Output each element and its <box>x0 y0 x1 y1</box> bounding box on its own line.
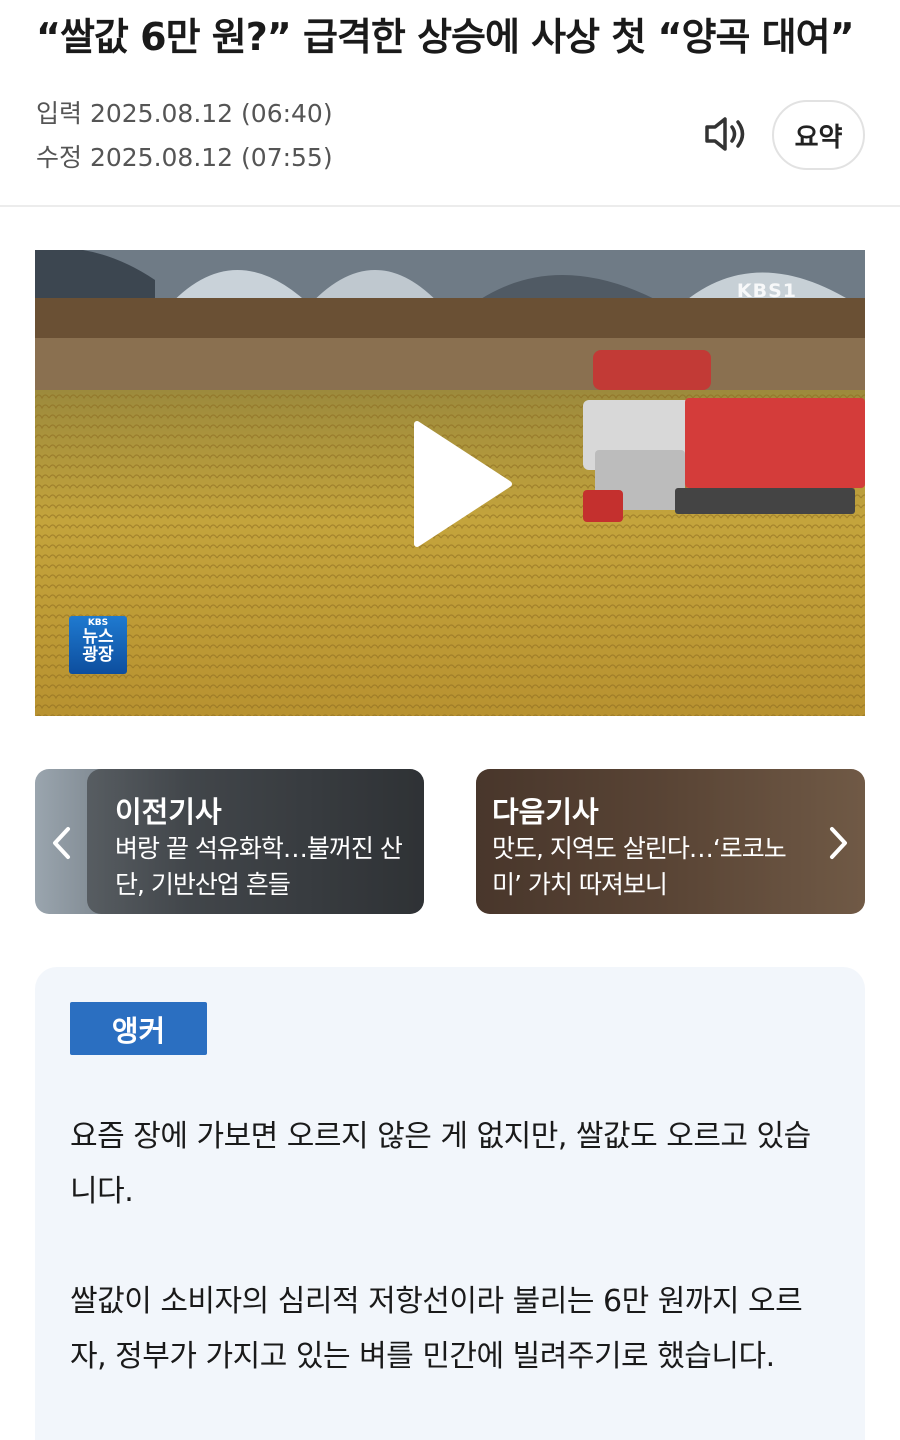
next-article-title: 맛도, 지역도 살린다…‘로코노미’ 가치 따져보니 <box>492 834 787 899</box>
article-dates: 입력 2025.08.12 (06:40) 수정 2025.08.12 (07:… <box>36 92 333 180</box>
anchor-tag: 앵커 <box>70 1002 207 1055</box>
summary-button[interactable]: 요약 <box>772 100 865 170</box>
badge-line1: 뉴스 <box>82 627 114 647</box>
header-divider <box>0 205 900 207</box>
chevron-right-icon[interactable] <box>827 825 851 861</box>
video-player[interactable]: KBS1 KBS 뉴스 광장 <box>35 250 865 716</box>
prev-article-label: 이전기사 <box>115 795 222 829</box>
speaker-icon <box>705 117 745 151</box>
article-headline: “쌀값 6만 원?” 급격한 상승에 사상 첫 “양곡 대여” <box>36 15 855 59</box>
next-article-card[interactable]: 다음기사 맛도, 지역도 살린다…‘로코노미’ 가치 따져보니 <box>476 769 865 914</box>
article-body: 앵커 요즘 장에 가보면 오르지 않은 게 없지만, 쌀값도 오르고 있습니다.… <box>35 967 865 1440</box>
listen-button[interactable] <box>700 112 756 156</box>
next-article-label: 다음기사 <box>492 795 599 829</box>
play-icon[interactable] <box>413 420 513 548</box>
chevron-left-icon[interactable] <box>49 825 73 861</box>
kbs-watermark: KBS1 <box>736 280 797 302</box>
previous-article-card[interactable]: 이전기사 벼랑 끝 석유화학…불꺼진 산단, 기반산업 흔들 <box>35 769 424 914</box>
badge-line2: 광장 <box>82 645 114 665</box>
published-date: 입력 2025.08.12 (06:40) <box>36 99 333 128</box>
prev-article-title: 벼랑 끝 석유화학…불꺼진 산단, 기반산업 흔들 <box>115 834 403 899</box>
modified-date: 수정 2025.08.12 (07:55) <box>36 143 333 172</box>
body-paragraph-1: 요즘 장에 가보면 오르지 않은 게 없지만, 쌀값도 오르고 있습니다. <box>70 1119 811 1209</box>
news-program-badge: KBS 뉴스 광장 <box>69 616 127 674</box>
body-paragraph-2: 쌀값이 소비자의 심리적 저항선이라 불리는 6만 원까지 오르자, 정부가 가… <box>70 1284 803 1374</box>
